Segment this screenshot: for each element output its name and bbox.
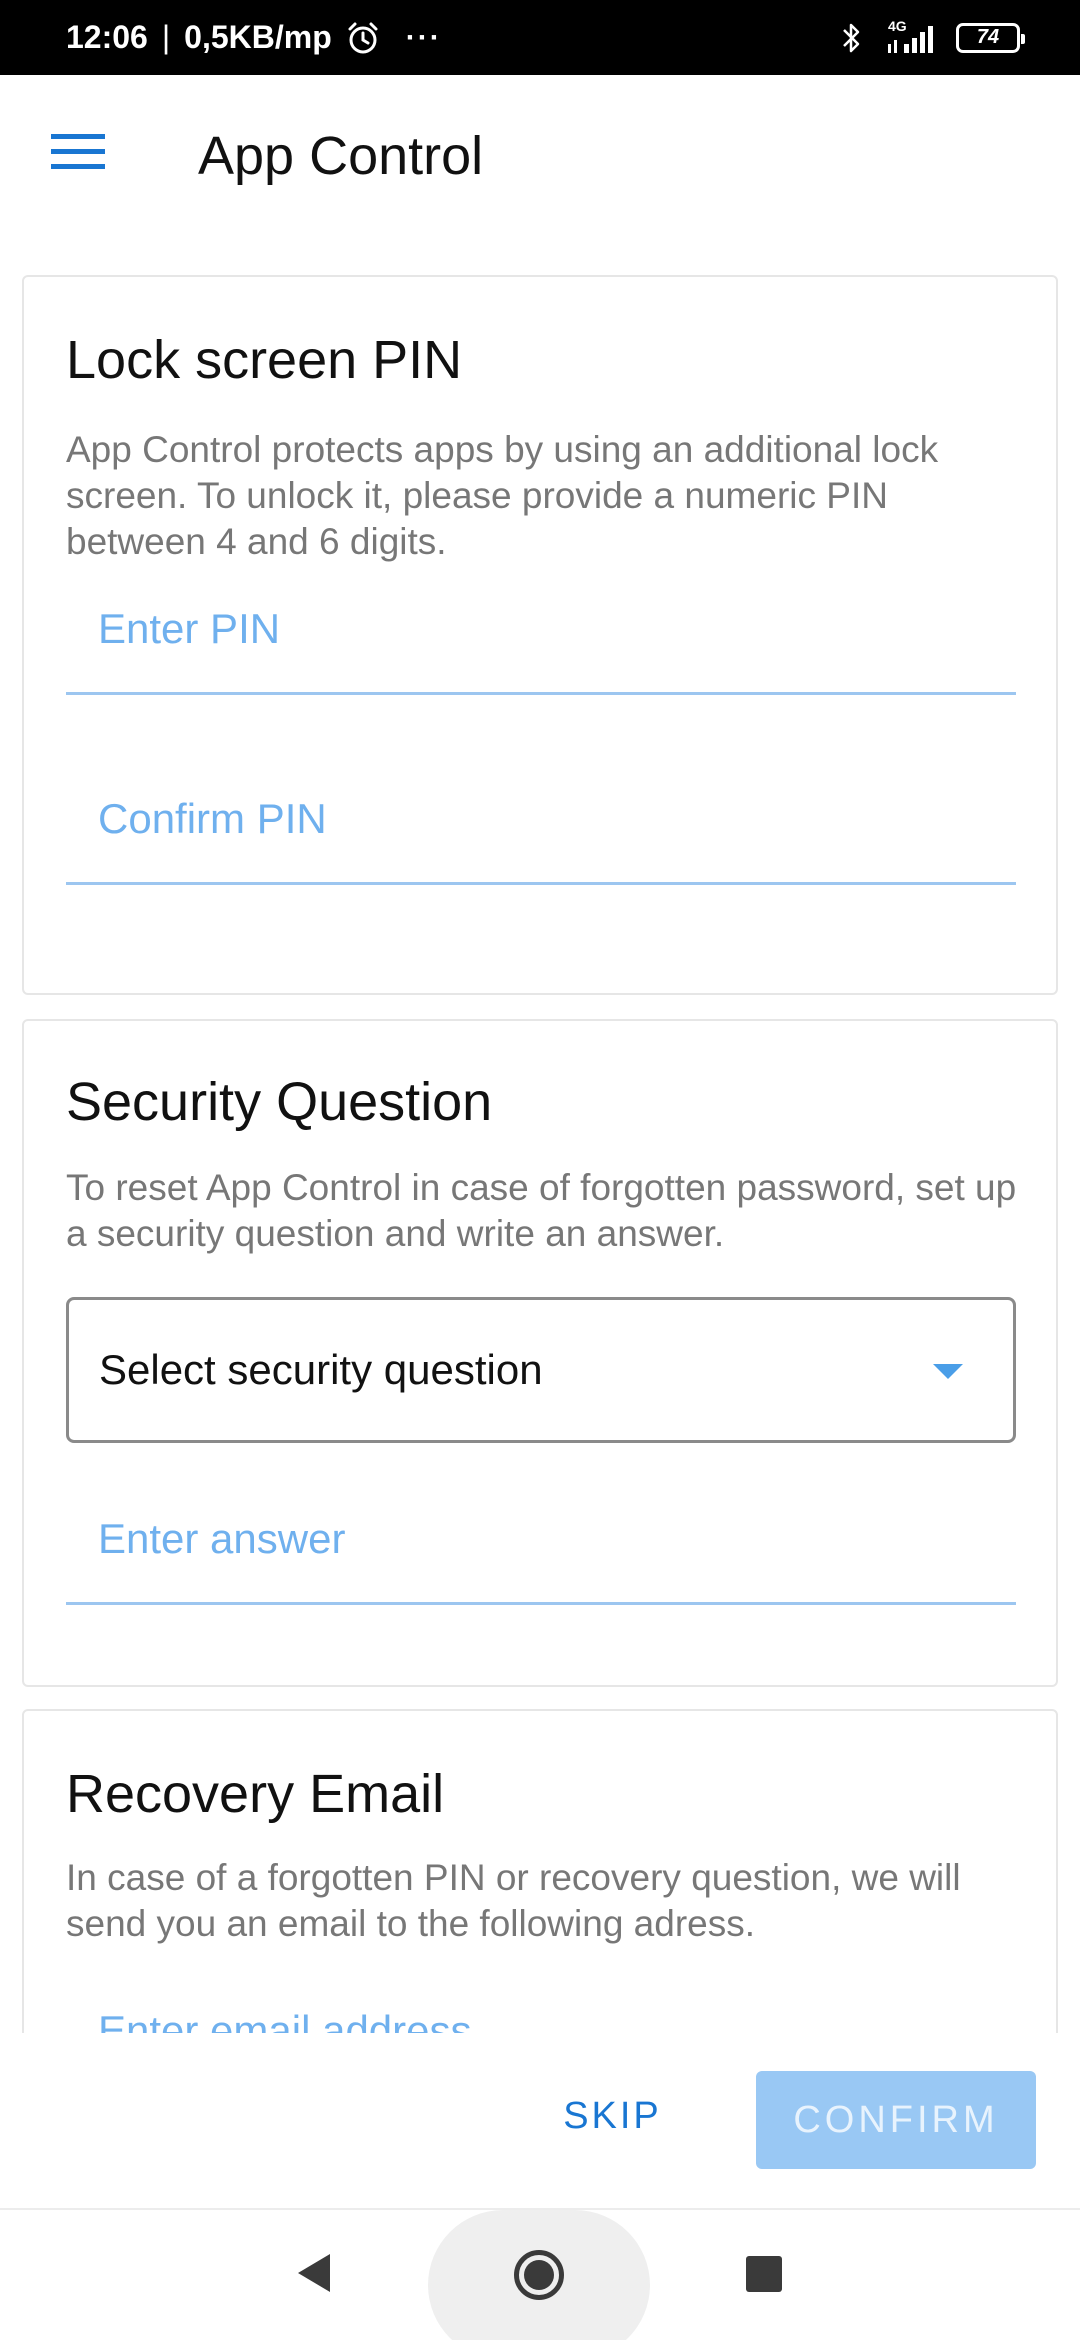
status-network-speed: 0,5KB/mp [184,19,332,55]
lock-pin-title: Lock screen PIN [66,330,463,390]
lock-pin-card: Lock screen PIN App Control protects app… [22,275,1058,995]
skip-button[interactable]: SKIP [530,2071,695,2161]
confirm-pin-field[interactable]: Confirm PIN [66,765,1016,885]
security-question-select[interactable]: Select security question [66,1297,1016,1443]
hamburger-menu-icon [51,134,105,169]
battery-level: 74 [976,26,1000,48]
recent-apps-icon[interactable] [746,2256,782,2292]
home-icon-dot [524,2260,554,2290]
status-bar: 12:06 | 0,5KB/mp ··· 4G 74 [0,0,1080,75]
system-nav-bar [0,2210,1080,2340]
status-separator: | [161,19,171,55]
page-title: App Control [198,126,484,186]
security-question-description: To reset App Control in case of forgotte… [66,1167,1017,1254]
confirm-pin-placeholder: Confirm PIN [98,795,327,842]
security-question-title: Security Question [66,1072,493,1132]
bottom-action-bar: SKIP CONFIRM [0,2033,1080,2210]
alarm-icon [348,22,378,53]
bluetooth-icon [843,23,860,52]
back-icon[interactable] [298,2254,330,2292]
status-right: 4G 74 [840,0,1025,75]
recovery-email-field[interactable]: Enter email address [66,1977,1016,2033]
recovery-email-description: In case of a forgotten PIN or recovery q… [66,1857,961,1944]
recovery-email-title: Recovery Email [66,1764,445,1824]
security-question-card: Security Question To reset App Control i… [22,1019,1058,1687]
status-more-dots: ··· [405,20,442,54]
confirm-button[interactable]: CONFIRM [756,2071,1036,2169]
app-bar: App Control [0,75,1080,235]
signal-icon: 4G [882,18,938,56]
enter-pin-placeholder: Enter PIN [98,605,281,652]
recovery-email-card: Recovery Email In case of a forgotten PI… [22,1709,1058,2033]
security-answer-field[interactable]: Enter answer [66,1485,1016,1605]
status-time: 12:06 [66,19,148,55]
settings-scroll-area[interactable]: Lock screen PIN App Control protects app… [0,235,1080,2033]
status-left: 12:06 | 0,5KB/mp ··· [66,0,442,75]
security-question-select-value: Select security question [99,1346,543,1393]
home-icon[interactable] [514,2250,564,2300]
menu-button[interactable] [38,117,118,187]
battery-icon: 74 [956,22,1025,53]
security-answer-placeholder: Enter answer [98,1515,346,1562]
enter-pin-field[interactable]: Enter PIN [66,575,1016,695]
lock-pin-description: App Control protects apps by using an ad… [66,429,939,562]
dropdown-arrow-icon [933,1364,963,1379]
recovery-email-placeholder: Enter email address [98,2007,472,2033]
